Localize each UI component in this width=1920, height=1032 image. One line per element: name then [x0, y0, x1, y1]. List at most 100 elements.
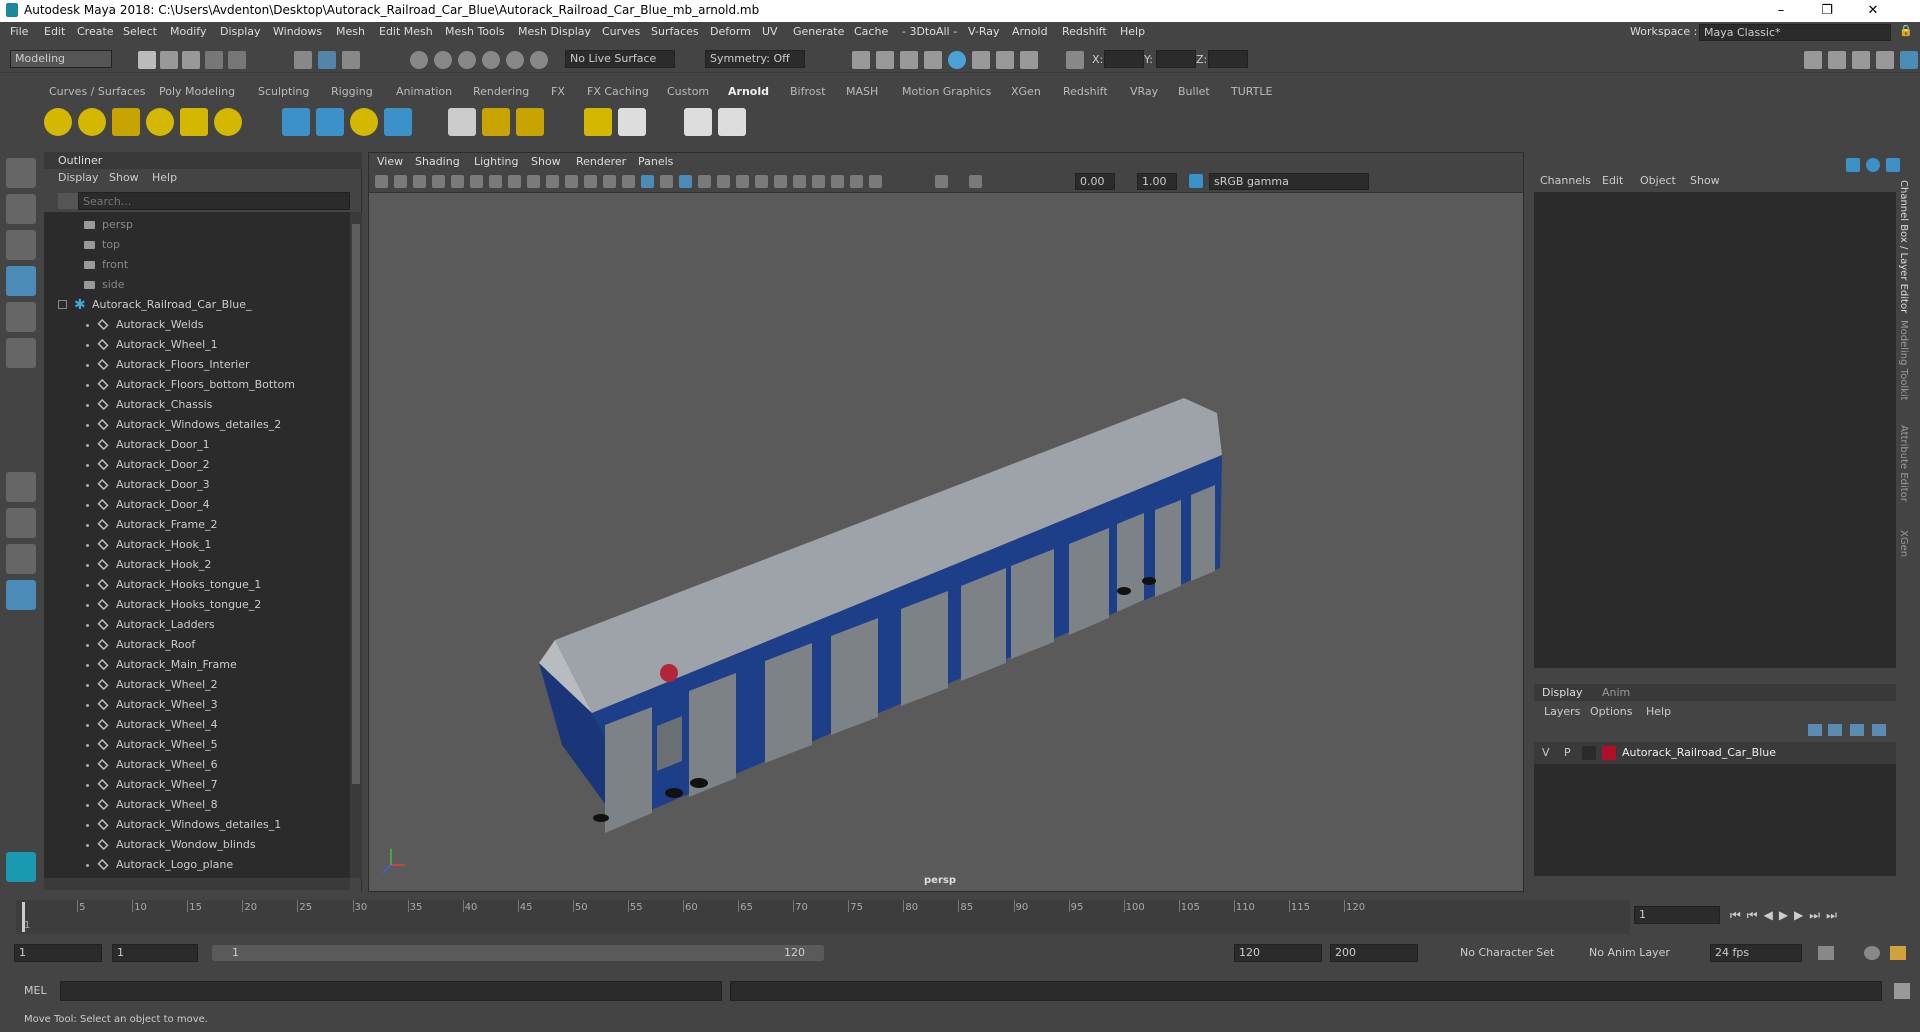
- open-scene-icon[interactable]: [160, 51, 178, 69]
- wireframe-icon[interactable]: [622, 175, 635, 188]
- tab-turtle[interactable]: TURTLE: [1231, 85, 1272, 98]
- list-item[interactable]: Autorack_Floors_bottom_Bottom: [44, 375, 350, 395]
- area-light-icon[interactable]: [78, 108, 106, 136]
- skydome-light-icon[interactable]: [146, 108, 174, 136]
- vp-menu-shading[interactable]: Shading: [415, 155, 460, 168]
- film-gate-icon[interactable]: [508, 175, 521, 188]
- list-item[interactable]: Autorack_Door_3: [44, 475, 350, 495]
- list-item[interactable]: Autorack_Door_1: [44, 435, 350, 455]
- render-view-icon[interactable]: [972, 51, 990, 69]
- expand-dot[interactable]: [86, 864, 89, 867]
- four-view-icon[interactable]: [6, 508, 36, 538]
- snap-vertex-icon[interactable]: [530, 51, 548, 69]
- shadows-icon[interactable]: [717, 175, 730, 188]
- vp-menu-renderer[interactable]: Renderer: [576, 155, 626, 168]
- list-item[interactable]: Autorack_Door_4: [44, 495, 350, 515]
- list-item[interactable]: persp: [44, 215, 350, 235]
- export-standin-icon[interactable]: [316, 108, 344, 136]
- two-view-icon[interactable]: [6, 544, 36, 574]
- list-item[interactable]: Autorack_Wheel_1: [44, 335, 350, 355]
- expand-dot[interactable]: [86, 744, 89, 747]
- exposure-field[interactable]: 0.00: [1075, 173, 1115, 190]
- side-tab-attribute-editor[interactable]: Attribute Editor: [1898, 425, 1909, 502]
- list-item[interactable]: Autorack_Wheel_7: [44, 775, 350, 795]
- channel-menu-channels[interactable]: Channels: [1540, 174, 1591, 187]
- layer-color-swatch[interactable]: [1602, 746, 1616, 760]
- list-item[interactable]: Autorack_Logo_plane: [44, 855, 350, 875]
- list-item[interactable]: Autorack_Ladders: [44, 615, 350, 635]
- outliner-menu-help[interactable]: Help: [152, 171, 177, 184]
- new-scene-icon[interactable]: [138, 51, 156, 69]
- channel-menu-edit[interactable]: Edit: [1602, 174, 1623, 187]
- xray-active-icon[interactable]: [869, 175, 882, 188]
- select-components-icon[interactable]: [342, 51, 360, 69]
- menu-edit[interactable]: Edit: [44, 25, 65, 38]
- move-layer-down-icon[interactable]: [1828, 724, 1842, 736]
- tx-manager-icon[interactable]: [618, 108, 646, 136]
- grease-pencil-icon[interactable]: [470, 175, 483, 188]
- menu-uv[interactable]: UV: [762, 25, 778, 38]
- expand-dot[interactable]: [86, 724, 89, 727]
- tab-animation[interactable]: Animation: [396, 85, 452, 98]
- collapse-icon[interactable]: [58, 300, 67, 309]
- mode-select[interactable]: Modeling: [10, 50, 112, 68]
- use-all-lights-icon[interactable]: [698, 175, 711, 188]
- move-tool-icon[interactable]: [6, 266, 36, 296]
- menu-help[interactable]: Help: [1120, 25, 1145, 38]
- menu-generate[interactable]: Generate: [793, 25, 844, 38]
- expand-dot[interactable]: [86, 484, 89, 487]
- attribute-editor-icon[interactable]: [1828, 51, 1846, 69]
- render-sequence-icon[interactable]: [876, 51, 894, 69]
- menu-cache[interactable]: Cache: [854, 25, 888, 38]
- railroad-car-model[interactable]: [539, 398, 1222, 833]
- select-hierarchy-icon[interactable]: [294, 51, 312, 69]
- expand-dot[interactable]: [86, 584, 89, 587]
- render-settings-icon[interactable]: [924, 51, 942, 69]
- tab-sculpting[interactable]: Sculpting: [258, 85, 309, 98]
- 2d-pan-icon[interactable]: [451, 175, 464, 188]
- render-frame-icon[interactable]: [852, 51, 870, 69]
- paint-select-icon[interactable]: [6, 230, 36, 260]
- list-item[interactable]: Autorack_Wheel_5: [44, 735, 350, 755]
- list-item[interactable]: Autorack_Door_2: [44, 455, 350, 475]
- attribute-icon[interactable]: [1866, 158, 1880, 172]
- expand-dot[interactable]: [86, 604, 89, 607]
- tab-rigging[interactable]: Rigging: [331, 85, 373, 98]
- list-item[interactable]: Autorack_Roof: [44, 635, 350, 655]
- time-track[interactable]: 5 10 15 20 25 30 35 40 45 50 55 60 65 70 75 80 85 90 95 100…: [16, 900, 1630, 934]
- xray-icon[interactable]: [831, 175, 844, 188]
- save-scene-icon[interactable]: [182, 51, 200, 69]
- mel-label[interactable]: MEL: [24, 984, 47, 997]
- script-editor-icon[interactable]: [1894, 983, 1910, 999]
- list-item[interactable]: Autorack_Wondow_blinds: [44, 835, 350, 855]
- curve-collector-icon[interactable]: [350, 108, 378, 136]
- menu-deform[interactable]: Deform: [710, 25, 751, 38]
- scale-tool-icon[interactable]: [6, 338, 36, 368]
- wireframe-on-shaded-icon[interactable]: [660, 175, 673, 188]
- material-checker-icon[interactable]: [448, 108, 476, 136]
- layer-type[interactable]: [1582, 746, 1596, 760]
- expand-dot[interactable]: [86, 524, 89, 527]
- layer-menu-help[interactable]: Help: [1646, 705, 1671, 718]
- tab-redshift[interactable]: Redshift: [1063, 85, 1108, 98]
- viewport-canvas[interactable]: [369, 193, 1523, 891]
- tab-rendering[interactable]: Rendering: [473, 85, 529, 98]
- list-item[interactable]: top: [44, 235, 350, 255]
- menu-select[interactable]: Select: [123, 25, 157, 38]
- rotate-tool-icon[interactable]: [6, 302, 36, 332]
- list-item[interactable]: Autorack_Wheel_4: [44, 715, 350, 735]
- menu-arnold[interactable]: Arnold: [1012, 25, 1048, 38]
- lasso-tool-icon[interactable]: [6, 194, 36, 224]
- playback-end-field[interactable]: 120: [1234, 944, 1322, 962]
- maximize-button[interactable]: ❐: [1804, 0, 1850, 22]
- layer-visibility[interactable]: V: [1542, 746, 1550, 759]
- z-field[interactable]: [1208, 50, 1248, 68]
- select-tool-icon[interactable]: [6, 158, 36, 188]
- gate-mask-icon[interactable]: [546, 175, 559, 188]
- channel-box-icon[interactable]: [1876, 51, 1894, 69]
- menu-mesh[interactable]: Mesh: [336, 25, 365, 38]
- menu-3dtoall[interactable]: - 3DtoAll -: [902, 25, 957, 38]
- snap-point-icon[interactable]: [458, 51, 476, 69]
- expand-dot[interactable]: [86, 804, 89, 807]
- expand-dot[interactable]: [86, 364, 89, 367]
